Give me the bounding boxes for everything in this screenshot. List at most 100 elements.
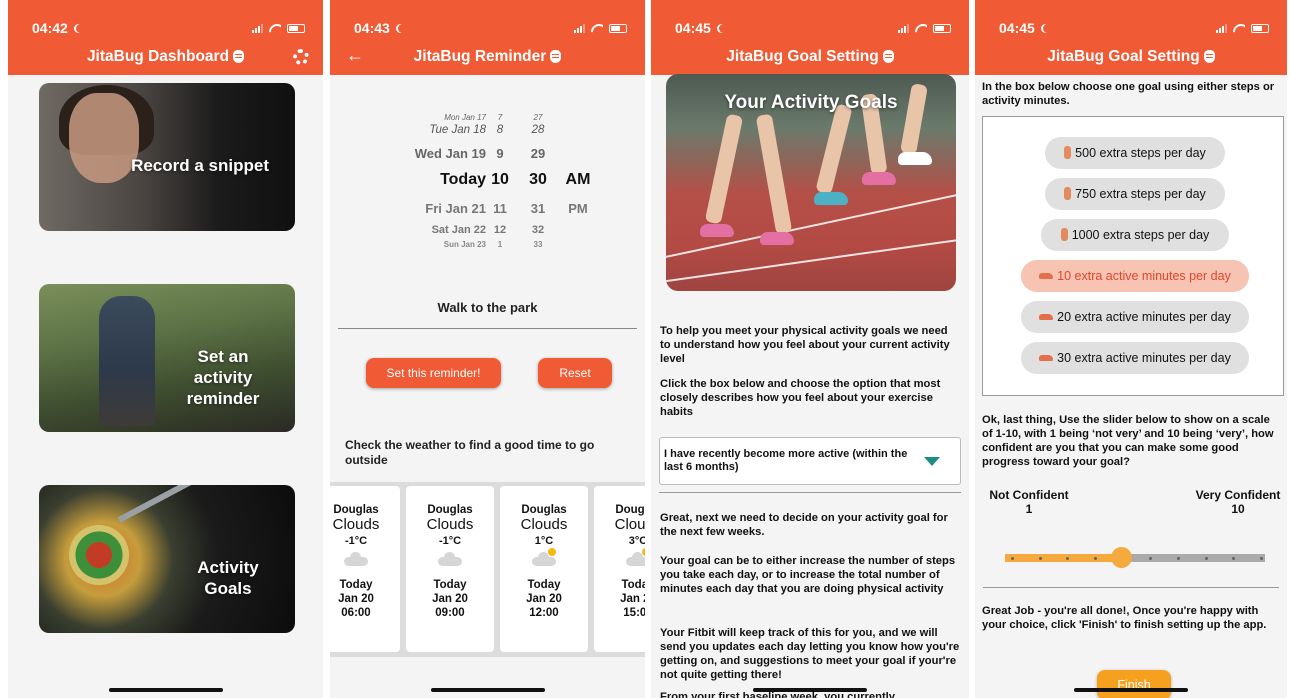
slider-tick — [1204, 557, 1208, 560]
bug-icon — [233, 50, 245, 63]
card-label: Set an activity reminder — [186, 347, 260, 408]
status-bar: 04:43 — [330, 0, 645, 38]
sun-cloud-icon — [532, 548, 556, 566]
weather-card[interactable]: Douglas Clouds 3°C Today Jan 20 15:00 — [594, 486, 645, 652]
page-title: JitaBug Dashboard — [8, 48, 323, 66]
goal-explanation-paragraph: Your goal can be to either increase the … — [660, 555, 956, 595]
dashboard-screen: 04:42 JitaBug Dashboard Record a snippet… — [8, 0, 323, 698]
system-icons — [898, 23, 951, 33]
weather-card[interactable]: Douglas Clouds 1°C Today Jan 20 12:00 — [500, 486, 588, 652]
signal-icon — [252, 23, 263, 33]
home-indicator[interactable] — [430, 688, 545, 692]
gear-icon[interactable] — [293, 49, 309, 65]
cloud-icon — [344, 552, 368, 566]
battery-icon — [287, 23, 305, 33]
instruction-paragraph: Click the box below and choose the optio… — [660, 378, 941, 418]
slider-tick — [1011, 557, 1014, 560]
bug-icon — [882, 50, 894, 63]
wifi-icon — [915, 24, 927, 33]
dropdown-arrow-icon[interactable] — [924, 457, 940, 466]
running-shoe-icon — [1039, 273, 1054, 279]
running-shoe-icon — [1039, 355, 1054, 361]
slider-tick — [1149, 557, 1153, 560]
signal-icon — [574, 23, 585, 33]
slider-thumb[interactable] — [1110, 547, 1132, 568]
activity-reminder-card[interactable]: Set an activity reminder — [39, 284, 295, 432]
intro-paragraph: To help you meet your physical activity … — [660, 325, 950, 365]
status-bar: 04:42 — [8, 0, 323, 38]
app-bar: ← JitaBug Reminder — [330, 38, 645, 75]
home-indicator[interactable] — [108, 688, 223, 692]
app-bar: JitaBug Dashboard — [8, 38, 323, 75]
walker-icon — [1060, 228, 1068, 241]
reset-button[interactable]: Reset — [538, 358, 612, 388]
page-title: JitaBug Reminder — [330, 48, 645, 66]
battery-icon — [1251, 23, 1269, 33]
signal-icon — [898, 23, 909, 33]
picker-row-selected[interactable]: Today 10 30 AM — [330, 169, 645, 191]
record-snippet-card[interactable]: Record a snippet — [39, 83, 295, 231]
weather-card[interactable]: Douglas Clouds -1°C Today Jan 20 09:00 — [406, 486, 494, 652]
picker-row[interactable]: Tue Jan 18 8 28 — [330, 119, 645, 141]
weather-prompt: Check the weather to find a good time to… — [345, 438, 595, 467]
slider-tick — [1093, 557, 1097, 560]
hero-title: Your Activity Goals — [724, 92, 898, 113]
bug-icon — [550, 50, 562, 63]
goal-option-750-steps[interactable]: 750 extra steps per day — [1045, 178, 1225, 210]
moon-icon — [398, 24, 407, 33]
card-label: Record a snippet — [131, 156, 269, 175]
reminder-screen: 04:43 ← JitaBug Reminder Mon Jan 17 7 27 T… — [330, 0, 645, 698]
running-shoe-icon — [1039, 314, 1054, 320]
input-underline — [338, 328, 637, 329]
slider-tick — [1038, 557, 1042, 560]
goal-option-20-minutes[interactable]: 20 extra active minutes per day — [1021, 301, 1249, 333]
reminder-text-input[interactable]: Walk to the park — [330, 300, 645, 315]
signal-icon — [1216, 23, 1227, 33]
status-bar: 04:45 — [975, 0, 1287, 38]
very-confident-label: Very Confident 10 — [1195, 488, 1281, 516]
goal-options-box: 500 extra steps per day 750 extra steps … — [982, 116, 1284, 396]
app-bar: JitaBug Goal Setting — [651, 38, 969, 75]
divider — [983, 587, 1279, 588]
screenshot-collage: 04:42 JitaBug Dashboard Record a snippet… — [0, 0, 1291, 698]
picker-row[interactable]: Sun Jan 23 1 33 — [330, 233, 645, 255]
goal-option-30-minutes[interactable]: 30 extra active minutes per day — [1021, 342, 1249, 374]
date-time-picker[interactable]: Mon Jan 17 7 27 Tue Jan 18 8 28 Wed Jan 19 9 2… — [330, 105, 645, 255]
hiker-photo — [99, 296, 155, 426]
goal-option-500-steps[interactable]: 500 extra steps per day — [1045, 137, 1225, 169]
weather-forecast-list[interactable]: Douglas Clouds -1°C Today Jan 20 06:00 D… — [330, 482, 645, 657]
goal-option-1000-steps[interactable]: 1000 extra steps per day — [1041, 219, 1229, 251]
app-bar: JitaBug Goal Setting — [975, 38, 1287, 75]
slider-tick — [1232, 557, 1236, 560]
fitbit-paragraph: Your Fitbit will keep track of this for … — [660, 627, 960, 681]
picker-row[interactable]: Fri Jan 21 11 31 PM — [330, 197, 645, 219]
picker-row[interactable]: Wed Jan 19 9 29 — [330, 142, 645, 164]
status-time: 04:42 — [32, 20, 83, 36]
walker-icon — [1064, 187, 1072, 200]
status-time: 04:45 — [675, 20, 726, 36]
battery-icon — [609, 23, 627, 33]
wifi-icon — [591, 24, 603, 33]
goal-intro-text: In the box below choose one goal using e… — [982, 81, 1275, 107]
weather-card[interactable]: Douglas Clouds -1°C Today Jan 20 06:00 — [330, 486, 400, 652]
card-label: Activity Goals — [197, 558, 259, 598]
divider — [659, 492, 961, 493]
wifi-icon — [269, 24, 281, 33]
moon-icon — [719, 24, 728, 33]
home-indicator[interactable] — [1074, 688, 1188, 692]
running-track-photo: Your Activity Goals — [666, 74, 956, 291]
activity-goals-card[interactable]: Activity Goals — [39, 485, 295, 633]
home-indicator[interactable] — [753, 688, 867, 692]
finish-button[interactable]: Finish — [1097, 670, 1171, 698]
not-confident-label: Not Confident 1 — [989, 488, 1069, 516]
confidence-slider[interactable] — [1005, 547, 1265, 568]
moon-icon — [1043, 24, 1052, 33]
completion-text: Great Job - you're all done!, Once you'r… — [982, 605, 1267, 631]
confidence-question: Ok, last thing, Use the slider below to … — [982, 414, 1274, 468]
goal-intro-paragraph: Great, next we need to decide on your ac… — [660, 512, 948, 538]
activity-level-dropdown[interactable]: I have recently become more active (with… — [659, 437, 961, 485]
goal-option-10-minutes[interactable]: 10 extra active minutes per day — [1021, 260, 1249, 292]
walker-icon — [1064, 146, 1072, 159]
system-icons — [574, 23, 627, 33]
set-reminder-button[interactable]: Set this reminder! — [366, 358, 501, 388]
